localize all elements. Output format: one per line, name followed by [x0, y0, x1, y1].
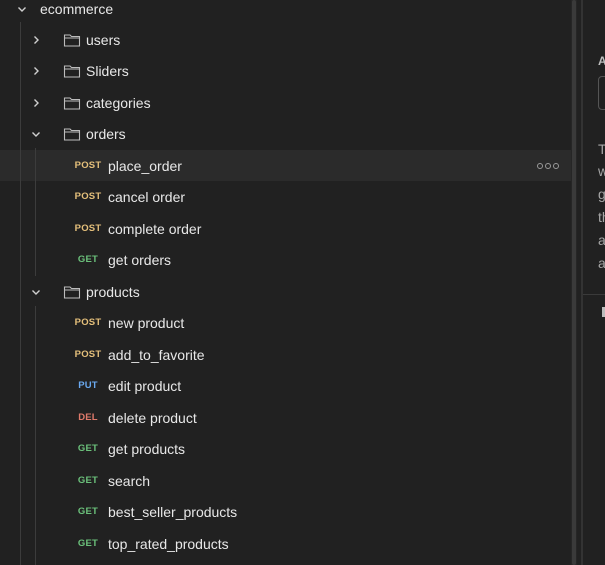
- right-panel-separator: [583, 294, 605, 295]
- folder-row-orders[interactable]: orders: [0, 118, 571, 149]
- request-name: complete order: [108, 220, 202, 237]
- indent-guide: [20, 22, 21, 565]
- right-panel-text: g: [598, 186, 605, 202]
- collection-tree: ecommerce users Sliders categories order…: [0, 0, 571, 565]
- folder-row-categories[interactable]: categories: [0, 87, 571, 118]
- collection-row-ecommerce[interactable]: ecommerce: [0, 0, 571, 24]
- chevron-down-icon[interactable]: [14, 1, 30, 17]
- request-name: new product: [108, 314, 185, 331]
- right-panel-heading: A: [598, 54, 605, 68]
- folder-icon: [63, 127, 81, 141]
- request-row-delete-product[interactable]: DEL delete product: [0, 402, 571, 433]
- request-row-best-seller-products[interactable]: GET best_seller_products: [0, 496, 571, 527]
- app-window: ecommerce users Sliders categories order…: [0, 0, 605, 565]
- method-badge: DEL: [78, 412, 98, 423]
- request-name: cancel order: [108, 188, 186, 205]
- folder-row-products[interactable]: products: [0, 276, 571, 307]
- method-badge: POST: [74, 191, 102, 202]
- request-name: edit product: [108, 377, 182, 394]
- method-badge: GET: [77, 538, 99, 549]
- request-row-get-orders[interactable]: GET get orders: [0, 244, 571, 275]
- chevron-right-icon[interactable]: [28, 95, 44, 111]
- folder-icon: [63, 33, 81, 47]
- method-badge: POST: [74, 160, 102, 171]
- request-row-complete-order[interactable]: POST complete order: [0, 213, 571, 244]
- chevron-down-icon[interactable]: [28, 284, 44, 300]
- request-name: search: [108, 472, 151, 489]
- folder-row-users[interactable]: users: [0, 24, 571, 55]
- right-panel-text: a: [598, 255, 605, 271]
- more-options-icon[interactable]: [537, 159, 559, 173]
- request-row-place-order[interactable]: POST place_order: [0, 150, 571, 181]
- right-panel: A T w g th a a: [583, 0, 605, 565]
- folder-name: orders: [86, 125, 126, 142]
- scrollbar-thumb[interactable]: [572, 0, 576, 565]
- method-badge: GET: [77, 506, 99, 517]
- right-panel-text: a: [598, 232, 605, 248]
- request-name: best_seller_products: [108, 503, 238, 520]
- folder-name: users: [86, 31, 121, 48]
- request-name: add_to_favorite: [108, 346, 205, 363]
- request-name: delete product: [108, 409, 197, 426]
- folder-name: categories: [86, 94, 151, 111]
- folder-icon: [63, 64, 81, 78]
- folder-name: products: [86, 283, 140, 300]
- method-badge: GET: [77, 443, 99, 454]
- request-name: get products: [108, 440, 186, 457]
- right-panel-text: w: [598, 163, 605, 179]
- request-row-new-product[interactable]: POST new product: [0, 307, 571, 338]
- right-panel-text: T: [598, 141, 605, 157]
- method-badge: POST: [74, 317, 102, 328]
- request-name: place_order: [108, 157, 182, 174]
- right-panel-input[interactable]: [598, 76, 605, 110]
- indent-guide: [35, 148, 36, 276]
- request-name: get orders: [108, 251, 172, 268]
- method-badge: POST: [74, 349, 102, 360]
- request-row-search[interactable]: GET search: [0, 465, 571, 496]
- chevron-right-icon[interactable]: [28, 32, 44, 48]
- folder-icon: [63, 96, 81, 110]
- folder-row-sliders[interactable]: Sliders: [0, 55, 571, 86]
- method-badge: POST: [74, 223, 102, 234]
- folder-name: Sliders: [86, 62, 129, 79]
- request-name: top_rated_products: [108, 535, 229, 552]
- request-row-edit-product[interactable]: PUT edit product: [0, 370, 571, 401]
- collection-name: ecommerce: [40, 0, 114, 17]
- request-row-cancel-order[interactable]: POST cancel order: [0, 181, 571, 212]
- method-badge: GET: [77, 254, 99, 265]
- right-panel-text: th: [598, 209, 605, 225]
- request-row-top-rated-products[interactable]: GET top_rated_products: [0, 528, 571, 559]
- method-badge: GET: [77, 475, 99, 486]
- chevron-right-icon[interactable]: [28, 63, 44, 79]
- indent-guide: [35, 306, 36, 565]
- chevron-down-icon[interactable]: [28, 126, 44, 142]
- method-badge: PUT: [78, 380, 98, 391]
- request-row-add-to-favorite[interactable]: POST add_to_favorite: [0, 339, 571, 370]
- request-row-get-products[interactable]: GET get products: [0, 433, 571, 464]
- folder-icon: [63, 285, 81, 299]
